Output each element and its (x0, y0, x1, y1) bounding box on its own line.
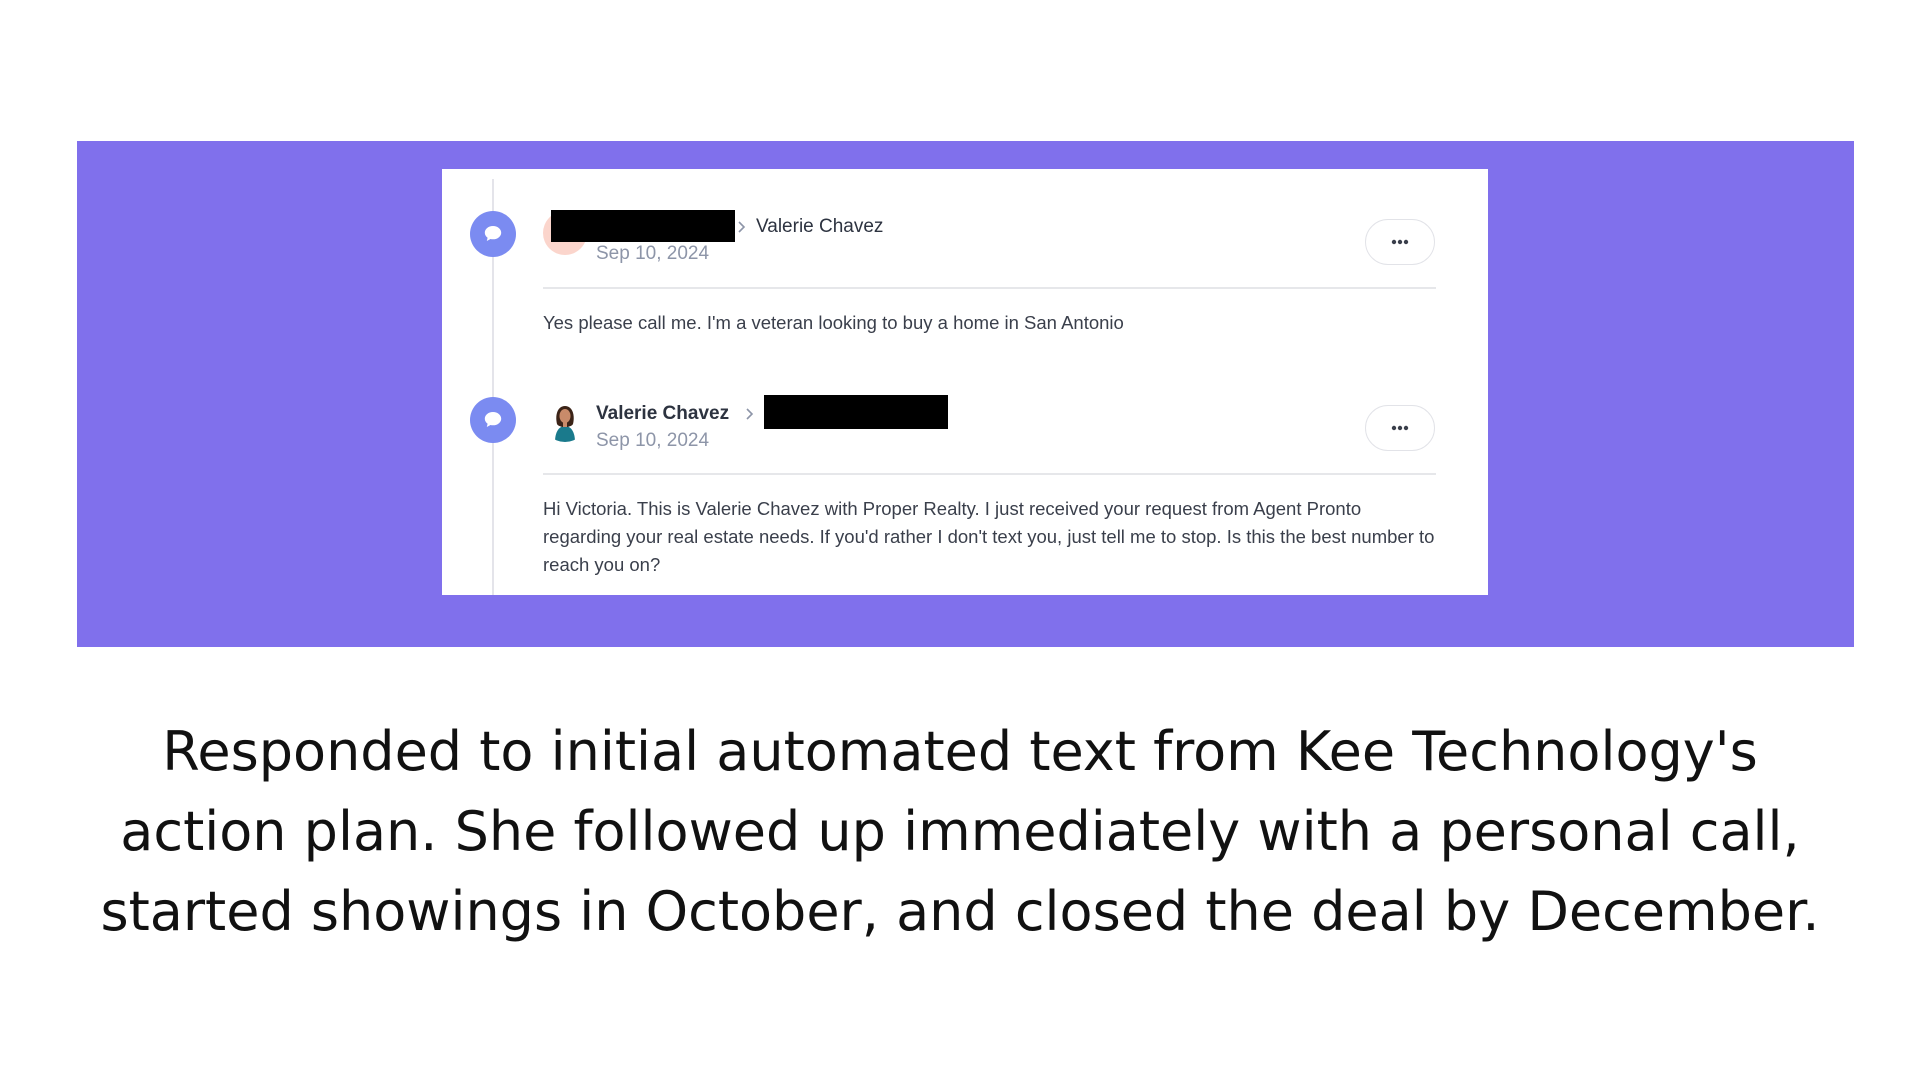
caption: Responded to initial automated text from… (60, 712, 1860, 952)
recipient-name[interactable]: Valerie Chavez (756, 216, 883, 238)
more-options-button[interactable] (1365, 405, 1435, 451)
divider (543, 473, 1436, 475)
caption-line: started showings in October, and closed … (100, 880, 1820, 943)
message-date: Sep 10, 2024 (596, 430, 710, 451)
chevron-right-icon (743, 404, 757, 424)
more-options-button[interactable] (1365, 219, 1435, 265)
chevron-right-icon (735, 217, 749, 237)
caption-line: Responded to initial automated text from… (162, 720, 1758, 783)
caption-line: action plan. She followed up immediately… (120, 800, 1800, 863)
message-thread-card: Valerie Chavez Sep 10, 2024 Yes please c… (442, 169, 1488, 595)
divider (543, 287, 1436, 289)
chat-bubble-icon (470, 211, 516, 257)
message-date: Sep 10, 2024 (596, 243, 710, 264)
message-body: Yes please call me. I'm a veteran lookin… (543, 312, 1124, 333)
message-body: Hi Victoria. This is Valerie Chavez with… (543, 498, 1435, 575)
redacted-recipient (764, 395, 948, 429)
ellipsis-icon (1391, 239, 1409, 245)
avatar (543, 398, 587, 442)
redacted-sender (551, 210, 735, 242)
ellipsis-icon (1391, 425, 1409, 431)
chat-bubble-icon (470, 397, 516, 443)
page: Valerie Chavez Sep 10, 2024 Yes please c… (0, 0, 1920, 1080)
sender-name[interactable]: Valerie Chavez (596, 403, 729, 425)
